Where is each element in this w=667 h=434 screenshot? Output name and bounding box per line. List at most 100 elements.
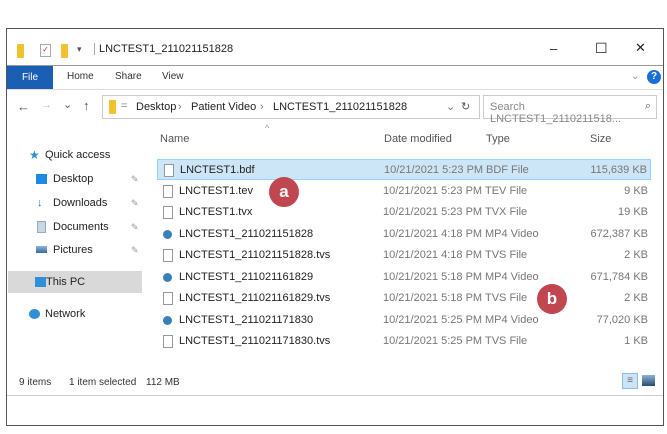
sidebar-item-label: Downloads — [53, 197, 108, 209]
refresh-button[interactable]: ↻ — [461, 100, 470, 113]
breadcrumb-chevron[interactable]: › — [178, 101, 182, 113]
sidebar-item-label: Pictures — [53, 244, 93, 256]
title-bar: ✓ ▾ LNCTEST1_211021151828 – ☐ ✕ — [7, 29, 663, 65]
file-icon — [164, 164, 174, 177]
sidebar-item-desktop[interactable]: Desktop ✎ — [7, 168, 147, 190]
file-type: TVS File — [485, 335, 528, 347]
file-size: 9 KB — [624, 184, 648, 197]
sidebar-item-label: Desktop — [53, 173, 94, 185]
file-size: 1 KB — [624, 335, 648, 347]
file-icon — [163, 184, 173, 198]
tab-share[interactable]: Share — [115, 71, 142, 82]
file-name: LNCTEST1_211021171830 — [179, 313, 314, 326]
maximize-button[interactable]: ☐ — [595, 40, 608, 57]
help-icon[interactable]: ? — [647, 70, 661, 84]
file-row[interactable]: LNCTEST1_211021161829 10/21/2021 5:18 PM… — [157, 267, 651, 288]
document-icon — [37, 221, 46, 233]
file-type: TVS File — [485, 249, 528, 261]
tab-view[interactable]: View — [162, 71, 184, 82]
sidebar-item-label: Documents — [53, 221, 109, 233]
file-size: 77,020 KB — [596, 313, 648, 326]
annotation-b: b — [537, 284, 567, 314]
pin-icon[interactable]: ✎ — [131, 216, 139, 238]
folder-icon — [17, 44, 24, 58]
quick-access-toolbar-dropdown[interactable]: ▾ — [77, 44, 82, 55]
file-date: 10/21/2021 5:23 PM — [383, 206, 483, 218]
file-name: LNCTEST1_211021161829 — [179, 270, 314, 283]
address-dropdown[interactable]: ⌄ — [446, 100, 455, 113]
star-icon: ★ — [29, 148, 40, 162]
file-icon — [163, 206, 173, 219]
sidebar-item-this-pc[interactable]: This PC — [8, 271, 142, 293]
video-file-icon — [163, 315, 172, 325]
sidebar-item-pictures[interactable]: Pictures ✎ — [7, 239, 147, 261]
breadcrumb-patient-video[interactable]: Patient Video — [191, 101, 256, 113]
file-row[interactable]: LNCTEST1_211021171830 10/21/2021 5:25 PM… — [157, 310, 651, 331]
file-row[interactable]: LNCTEST1_211021151828 10/21/2021 4:18 PM… — [157, 224, 651, 245]
column-header-date[interactable]: Date modified — [384, 133, 452, 145]
file-row[interactable]: LNCTEST1_211021171830.tvs 10/21/2021 5:2… — [157, 331, 651, 352]
file-date: 10/21/2021 5:25 PM — [383, 313, 483, 326]
minimize-button[interactable]: – — [550, 41, 557, 56]
file-icon — [163, 335, 173, 348]
file-date: 10/21/2021 5:25 PM — [383, 335, 483, 347]
expand-ribbon-icon[interactable]: ⌄ — [631, 71, 639, 82]
address-bar[interactable]: = Desktop › Patient Video › LNCTEST1_211… — [102, 95, 480, 119]
file-name: LNCTEST1.tvx — [179, 206, 253, 218]
pin-icon[interactable]: ✎ — [131, 239, 139, 261]
breadcrumb-desktop[interactable]: Desktop — [136, 101, 176, 113]
file-size: 2 KB — [624, 292, 648, 304]
column-header-size[interactable]: Size — [590, 133, 611, 145]
file-name: LNCTEST1.tev — [179, 184, 253, 197]
search-placeholder: Search LNCTEST1_2110211518... — [490, 101, 622, 125]
file-type: TVX File — [485, 206, 528, 218]
file-type: TEV File — [485, 184, 528, 197]
file-name: LNCTEST1_211021151828.tvs — [179, 249, 331, 261]
sidebar-item-downloads[interactable]: ↓ Downloads ✎ — [7, 192, 147, 214]
large-icons-view-button[interactable] — [642, 375, 655, 386]
file-date: 10/21/2021 4:18 PM — [383, 227, 483, 240]
new-folder-icon[interactable] — [61, 44, 68, 58]
column-header-type[interactable]: Type — [486, 133, 510, 145]
sidebar-item-network[interactable]: Network — [7, 303, 147, 325]
forward-button[interactable]: → — [41, 99, 52, 111]
search-input[interactable]: Search LNCTEST1_2110211518... ⌕ — [483, 95, 657, 125]
file-row[interactable]: LNCTEST1.tvx 10/21/2021 5:23 PM TVX File… — [157, 202, 651, 223]
divider — [7, 395, 663, 396]
breadcrumb-current-folder[interactable]: LNCTEST1_211021151828 — [273, 101, 407, 113]
breadcrumb-separator: = — [121, 100, 128, 112]
pin-icon[interactable]: ✎ — [131, 192, 139, 214]
file-type: MP4 Video — [485, 227, 539, 240]
properties-icon[interactable]: ✓ — [40, 44, 51, 57]
annotation-a: a — [269, 177, 299, 207]
pin-icon[interactable]: ✎ — [131, 168, 139, 190]
status-size: 112 MB — [146, 377, 180, 388]
tab-file[interactable]: File — [7, 66, 53, 90]
file-row[interactable]: LNCTEST1_211021151828.tvs 10/21/2021 4:1… — [157, 245, 651, 266]
sidebar-item-label: Network — [45, 308, 86, 320]
pictures-icon — [36, 246, 47, 253]
details-view-button[interactable]: ≡ — [622, 373, 638, 389]
tab-home[interactable]: Home — [67, 71, 94, 82]
back-button[interactable]: ← — [17, 99, 30, 114]
breadcrumb-chevron[interactable]: › — [260, 101, 264, 113]
file-size: 671,784 KB — [590, 270, 649, 283]
file-type: BDF File — [486, 164, 529, 176]
column-header-name[interactable]: Name — [160, 133, 189, 145]
file-name: LNCTEST1_211021161829.tvs — [179, 292, 331, 304]
file-row[interactable]: LNCTEST1_211021161829.tvs 10/21/2021 5:1… — [157, 288, 651, 309]
file-date: 10/21/2021 5:23 PM — [383, 184, 483, 197]
file-name: LNCTEST1.bdf — [180, 164, 255, 176]
close-button[interactable]: ✕ — [635, 40, 646, 56]
file-type: MP4 Video — [485, 313, 539, 326]
up-button[interactable]: ↑ — [83, 98, 90, 113]
recent-locations-button[interactable]: ⌄ — [63, 98, 72, 111]
file-row[interactable]: LNCTEST1.bdf 10/21/2021 5:23 PM BDF File… — [157, 159, 651, 180]
sidebar-item-documents[interactable]: Documents ✎ — [7, 216, 147, 238]
video-file-icon — [163, 272, 172, 282]
file-row[interactable]: LNCTEST1.tev 10/21/2021 5:23 PM TEV File… — [157, 181, 651, 202]
sidebar-item-quick-access[interactable]: ★ Quick access — [7, 144, 147, 166]
video-file-icon — [163, 229, 172, 239]
file-type: MP4 Video — [485, 270, 539, 283]
file-size: 19 KB — [618, 206, 648, 218]
